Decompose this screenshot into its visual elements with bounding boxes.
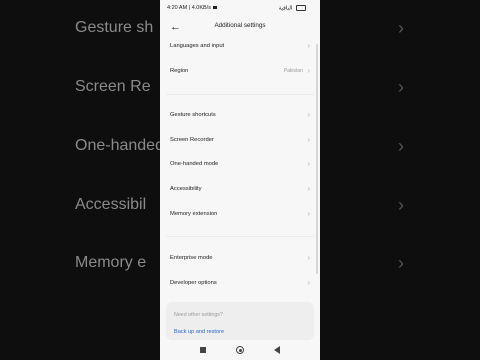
network-speed: 4.0KB/s bbox=[191, 5, 211, 11]
chevron-right-icon: › bbox=[307, 209, 310, 218]
settings-item-accessibility[interactable]: Accessibility › bbox=[170, 182, 312, 196]
chevron-right-icon: › bbox=[307, 110, 310, 119]
settings-item-label: Developer options bbox=[170, 280, 217, 286]
nav-home-icon[interactable] bbox=[236, 346, 244, 354]
settings-item-label: Screen Recorder bbox=[170, 137, 214, 143]
app-header: ← Additional settings bbox=[160, 20, 320, 36]
other-settings-question: Need other settings? bbox=[174, 312, 223, 318]
chevron-right-icon: › bbox=[398, 195, 404, 215]
settings-item-memory-extension[interactable]: Memory extension › bbox=[170, 207, 312, 221]
status-right: الباقية bbox=[279, 5, 306, 11]
status-bar: 4:20 AM | 4.0KB/s الباقية bbox=[160, 0, 320, 16]
region-value: Pakistan bbox=[283, 68, 303, 74]
nav-square-icon[interactable] bbox=[200, 347, 206, 353]
section-divider bbox=[166, 94, 314, 95]
chevron-right-icon: › bbox=[307, 184, 310, 193]
nav-back-icon[interactable] bbox=[274, 346, 280, 354]
camera-icon bbox=[213, 6, 218, 10]
chevron-right-icon: › bbox=[398, 77, 404, 97]
chevron-right-icon: › bbox=[398, 253, 404, 273]
chevron-right-icon: › bbox=[307, 278, 310, 287]
status-right-text: الباقية bbox=[278, 5, 293, 12]
settings-item-languages[interactable]: Languages and input › bbox=[170, 39, 312, 53]
clock: 4:20 AM bbox=[167, 5, 188, 11]
settings-item-developer-options[interactable]: Developer options › bbox=[170, 276, 312, 290]
navigation-bar bbox=[160, 340, 320, 360]
settings-item-gesture-shortcuts[interactable]: Gesture shortcuts › bbox=[170, 108, 312, 122]
settings-item-label: One-handed mode bbox=[170, 161, 219, 167]
settings-item-label: Accessibility bbox=[170, 186, 202, 192]
phone-screen: 4:20 AM | 4.0KB/s الباقية ← Additional s… bbox=[160, 0, 320, 360]
battery-icon bbox=[296, 5, 306, 11]
bg-row-label: One-handed bbox=[75, 137, 160, 154]
settings-item-label: Gesture shortcuts bbox=[170, 112, 216, 118]
other-settings-card: Need other settings? Back up and restore bbox=[166, 302, 314, 340]
chevron-right-icon: › bbox=[307, 159, 310, 168]
background-right: › › › › › bbox=[320, 0, 480, 360]
settings-item-screen-recorder[interactable]: Screen Recorder › bbox=[170, 133, 312, 147]
chevron-right-icon: › bbox=[398, 18, 404, 38]
settings-item-label: Memory extension bbox=[170, 211, 218, 217]
settings-item-region[interactable]: Region Pakistan › bbox=[170, 64, 312, 78]
bg-row-label: Accessibil bbox=[75, 196, 147, 213]
chevron-right-icon: › bbox=[307, 135, 310, 144]
chevron-right-icon: › bbox=[307, 66, 310, 75]
chevron-right-icon: › bbox=[307, 253, 310, 262]
settings-item-label: Region bbox=[170, 68, 189, 74]
status-time: 4:20 AM | 4.0KB/s bbox=[167, 5, 218, 11]
settings-item-one-handed[interactable]: One-handed mode › bbox=[170, 157, 312, 171]
section-divider bbox=[166, 236, 314, 237]
settings-item-label: Enterprise mode bbox=[170, 255, 213, 261]
settings-item-enterprise-mode[interactable]: Enterprise mode › bbox=[170, 251, 312, 265]
bg-row-label: Screen Re bbox=[75, 78, 151, 95]
settings-item-label: Languages and input bbox=[170, 43, 225, 49]
chevron-right-icon: › bbox=[398, 136, 404, 156]
chevron-right-icon: › bbox=[307, 41, 310, 50]
backup-restore-link[interactable]: Back up and restore bbox=[174, 329, 224, 335]
background-left: Gesture sh Screen Re One-handed Accessib… bbox=[0, 0, 160, 360]
bg-row-label: Memory e bbox=[75, 254, 147, 271]
bg-row-label: Gesture sh bbox=[75, 19, 154, 36]
scrollbar[interactable] bbox=[316, 44, 318, 274]
page-title: Additional settings bbox=[214, 22, 266, 29]
